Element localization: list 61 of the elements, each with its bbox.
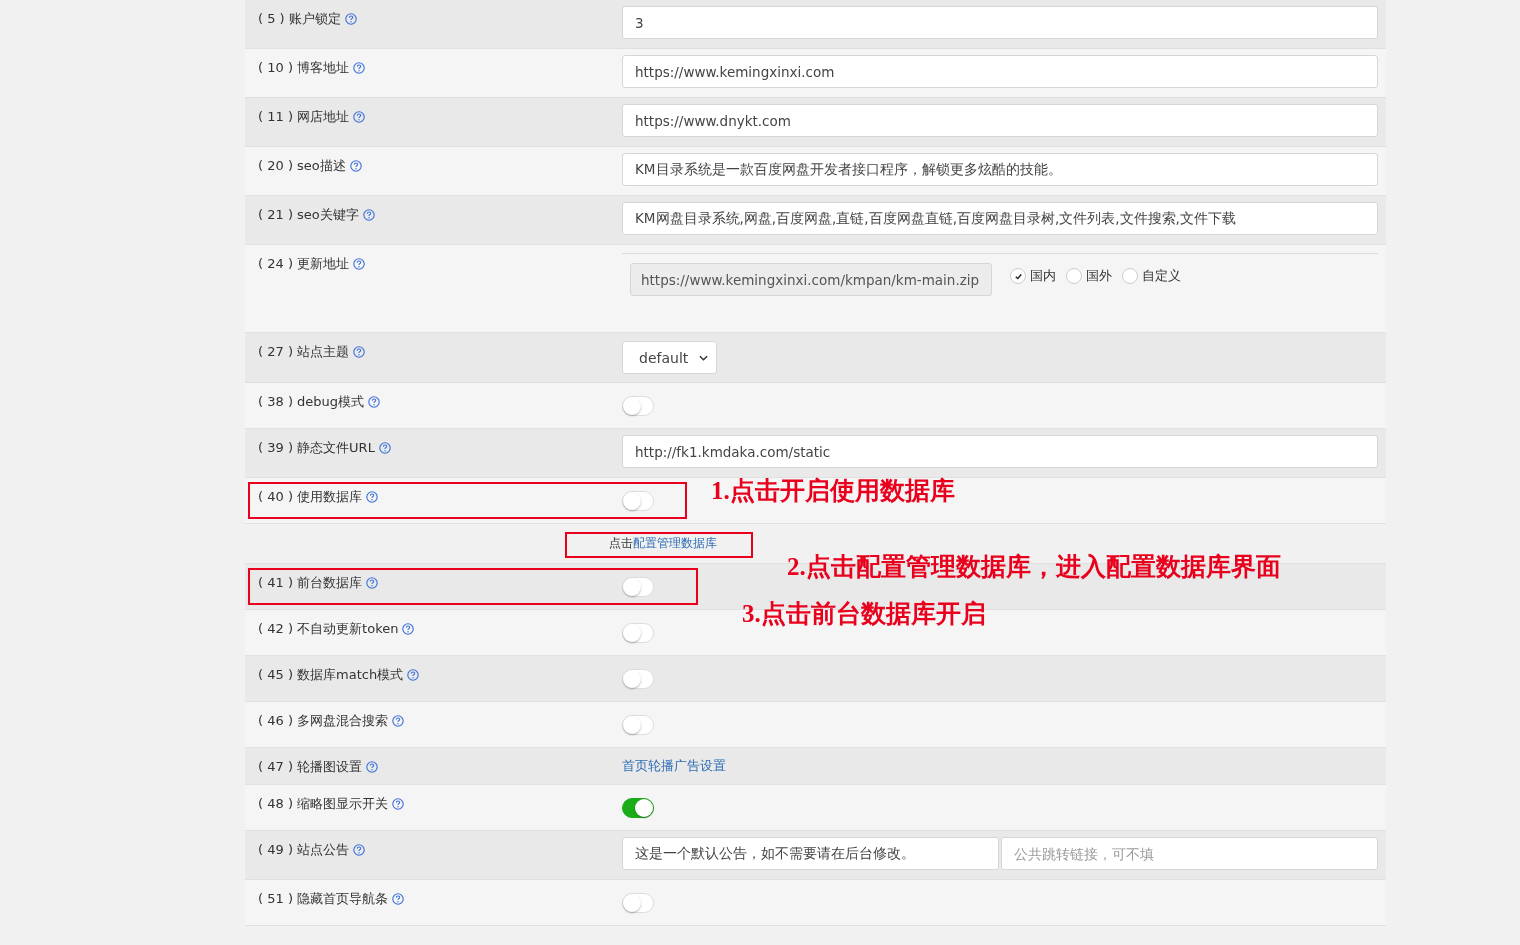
setting-label: ( 21 ) seo关键字 xyxy=(258,206,359,224)
link-field[interactable]: 公共跳转链接，可不填 xyxy=(1001,837,1378,870)
setting-label: ( 49 ) 站点公告 xyxy=(258,841,350,859)
notice-field[interactable]: 这是一个默认公告，如不需要请在后台修改。 xyxy=(622,837,999,870)
setting-label: ( 27 ) 站点主题 xyxy=(258,343,350,361)
help-icon[interactable] xyxy=(349,160,362,172)
setting-label: ( 46 ) 多网盘混合搜索 xyxy=(258,712,389,730)
setting-label: ( 39 ) 静态文件URL xyxy=(258,439,375,457)
setting-label: ( 5 ) 账户锁定 xyxy=(258,10,341,28)
toggle-switch[interactable] xyxy=(622,797,654,818)
setting-label: ( 24 ) 更新地址 xyxy=(258,255,350,273)
input-field[interactable]: KM目录系统是一款百度网盘开发者接口程序，解锁更多炫酷的技能。 xyxy=(622,153,1378,186)
input-field[interactable]: https://www.kemingxinxi.com xyxy=(622,55,1378,88)
database-config-hint: 点击配置管理数据库 xyxy=(609,535,717,552)
help-icon[interactable] xyxy=(392,715,405,727)
setting-label: ( 45 ) 数据库match模式 xyxy=(258,666,404,684)
help-icon[interactable] xyxy=(402,623,415,635)
setting-label: ( 48 ) 缩略图显示开关 xyxy=(258,795,389,813)
help-icon[interactable] xyxy=(353,844,366,856)
help-icon[interactable] xyxy=(344,13,357,25)
help-icon[interactable] xyxy=(366,761,379,773)
input-field[interactable]: 3 xyxy=(622,6,1378,39)
check-icon xyxy=(1013,271,1023,281)
annotation-text: 1.点击开启使用数据库 xyxy=(711,476,955,506)
setting-label: ( 38 ) debug模式 xyxy=(258,393,365,411)
setting-label: ( 11 ) 网店地址 xyxy=(258,108,350,126)
radio-button[interactable] xyxy=(1066,268,1082,284)
help-icon[interactable] xyxy=(368,396,381,408)
url-field[interactable]: https://www.kemingxinxi.com/kmpan/km-main.zip xyxy=(630,263,992,296)
help-icon[interactable] xyxy=(392,893,405,905)
help-icon[interactable] xyxy=(353,111,366,123)
radio-label: 国内 xyxy=(1030,267,1056,285)
input-field[interactable]: KM网盘目录系统,网盘,百度网盘,直链,百度网盘直链,百度网盘目录树,文件列表,文件搜索,文件下载 xyxy=(622,202,1378,235)
setting-label: ( 41 ) 前台数据库 xyxy=(258,574,363,592)
help-icon[interactable] xyxy=(353,346,366,358)
help-icon[interactable] xyxy=(366,491,379,503)
annotation-text: 2.点击配置管理数据库，进入配置数据库界面 xyxy=(787,552,1281,582)
input-field[interactable]: http://fk1.kmdaka.com/static xyxy=(622,435,1378,468)
radio-button[interactable] xyxy=(1010,268,1026,284)
theme-dropdown[interactable]: default xyxy=(622,341,717,374)
carousel-settings-link[interactable]: 首页轮播广告设置 xyxy=(622,757,726,775)
help-icon[interactable] xyxy=(366,577,379,589)
setting-label: ( 10 ) 博客地址 xyxy=(258,59,350,77)
radio-label: 自定义 xyxy=(1142,267,1181,285)
radio-button[interactable] xyxy=(1122,268,1138,284)
setting-label: ( 47 ) 轮播图设置 xyxy=(258,758,363,776)
setting-label: ( 40 ) 使用数据库 xyxy=(258,488,363,506)
help-icon[interactable] xyxy=(353,62,366,74)
annotation-text: 3.点击前台数据库开启 xyxy=(742,599,986,629)
radio-label: 国外 xyxy=(1086,267,1112,285)
database-config-link[interactable]: 配置管理数据库 xyxy=(633,536,717,550)
chevron-down-icon xyxy=(699,354,708,361)
setting-label: ( 42 ) 不自动更新token xyxy=(258,620,399,638)
help-icon[interactable] xyxy=(353,258,366,270)
help-icon[interactable] xyxy=(378,442,391,454)
setting-label: ( 20 ) seo描述 xyxy=(258,157,346,175)
input-field[interactable]: https://www.dnykt.com xyxy=(622,104,1378,137)
help-icon[interactable] xyxy=(362,209,375,221)
help-icon[interactable] xyxy=(407,669,420,681)
setting-label: ( 51 ) 隐藏首页导航条 xyxy=(258,890,389,908)
help-icon[interactable] xyxy=(392,798,405,810)
